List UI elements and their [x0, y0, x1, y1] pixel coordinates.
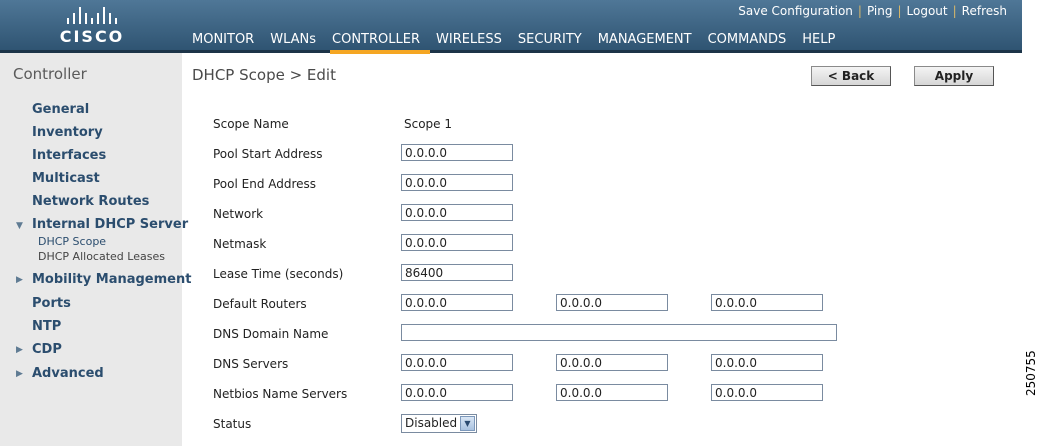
default-router-1-input[interactable]: 0.0.0.0 [401, 294, 513, 311]
chevron-down-icon[interactable]: ▼ [460, 416, 475, 431]
sidebar-subitem-dhcp-allocated-leases[interactable]: DHCP Allocated Leases [38, 250, 165, 263]
status-select[interactable]: Disabled ▼ [401, 414, 477, 433]
dns-domain-input[interactable] [401, 324, 837, 341]
lease-time-input[interactable]: 86400 [401, 264, 513, 281]
cisco-logo: CISCO [52, 6, 132, 48]
dns-server-3-input[interactable]: 0.0.0.0 [711, 354, 823, 371]
sidebar-subitem-dhcp-scope[interactable]: DHCP Scope [38, 235, 106, 248]
default-routers-label: Default Routers [213, 297, 307, 311]
pool-start-label: Pool Start Address [213, 147, 323, 161]
netmask-input[interactable]: 0.0.0.0 [401, 234, 513, 251]
sidebar-item-ports[interactable]: Ports [32, 296, 71, 311]
cisco-logo-bars-icon [52, 6, 132, 24]
nav-wireless[interactable]: WIRELESS [434, 31, 512, 50]
separator: | [897, 4, 902, 18]
expanded-arrow-icon[interactable]: ▼ [16, 221, 23, 231]
sidebar-item-advanced[interactable]: Advanced [32, 366, 104, 381]
sidebar-item-multicast[interactable]: Multicast [32, 171, 100, 186]
sidebar-item-network-routes[interactable]: Network Routes [32, 194, 149, 209]
logout-link[interactable]: Logout [902, 4, 953, 18]
scope-name-label: Scope Name [213, 117, 289, 131]
sidebar-item-ntp[interactable]: NTP [32, 319, 61, 334]
ping-link[interactable]: Ping [862, 4, 898, 18]
lease-time-label: Lease Time (seconds) [213, 267, 344, 281]
nav-management[interactable]: MANAGEMENT [596, 31, 702, 50]
dns-servers-label: DNS Servers [213, 357, 289, 371]
pool-end-label: Pool End Address [213, 177, 317, 191]
netmask-label: Netmask [213, 237, 267, 251]
status-select-value: Disabled [405, 416, 458, 430]
netbios-server-3-input[interactable]: 0.0.0.0 [711, 384, 823, 401]
collapsed-arrow-icon[interactable]: ▶ [16, 275, 23, 285]
main-nav: MONITOR WLANs CONTROLLER WIRELESS SECURI… [190, 31, 849, 54]
default-router-2-input[interactable]: 0.0.0.0 [556, 294, 668, 311]
sidebar: Controller General Inventory Interfaces … [0, 53, 191, 446]
netbios-server-1-input[interactable]: 0.0.0.0 [401, 384, 513, 401]
network-input[interactable]: 0.0.0.0 [401, 204, 513, 221]
nav-commands[interactable]: COMMANDS [706, 31, 797, 50]
network-label: Network [213, 207, 264, 221]
status-label: Status [213, 417, 252, 431]
sidebar-item-general[interactable]: General [32, 102, 89, 117]
default-router-3-input[interactable]: 0.0.0.0 [711, 294, 823, 311]
dns-domain-label: DNS Domain Name [213, 327, 329, 341]
nav-controller[interactable]: CONTROLLER [330, 31, 430, 54]
figure-number: 250755 [1024, 350, 1038, 396]
apply-button[interactable]: Apply [914, 66, 994, 86]
nav-help[interactable]: HELP [800, 31, 845, 50]
sidebar-item-interfaces[interactable]: Interfaces [32, 148, 106, 163]
sidebar-item-mobility-management[interactable]: Mobility Management [32, 272, 191, 287]
collapsed-arrow-icon[interactable]: ▶ [16, 369, 23, 379]
netbios-server-2-input[interactable]: 0.0.0.0 [556, 384, 668, 401]
collapsed-arrow-icon[interactable]: ▶ [16, 345, 23, 355]
refresh-link[interactable]: Refresh [957, 4, 1012, 18]
scope-name-value: Scope 1 [404, 117, 453, 131]
save-configuration-link[interactable]: Save Configuration [733, 4, 858, 18]
nav-wlans[interactable]: WLANs [268, 31, 326, 50]
sidebar-title: Controller [13, 65, 87, 83]
sidebar-item-internal-dhcp-server[interactable]: Internal DHCP Server [32, 217, 188, 232]
top-header: CISCO Save Configuration | Ping | Logout | Ref… [0, 0, 1022, 54]
nav-security[interactable]: SECURITY [516, 31, 592, 50]
sidebar-item-cdp[interactable]: CDP [32, 342, 62, 357]
dns-server-1-input[interactable]: 0.0.0.0 [401, 354, 513, 371]
page-title: DHCP Scope > Edit [192, 66, 336, 84]
cisco-logo-text: CISCO [59, 27, 125, 46]
pool-start-input[interactable]: 0.0.0.0 [401, 144, 513, 161]
nav-monitor[interactable]: MONITOR [190, 31, 264, 50]
netbios-label: Netbios Name Servers [213, 387, 348, 401]
pool-end-input[interactable]: 0.0.0.0 [401, 174, 513, 191]
back-button[interactable]: < Back [811, 66, 891, 86]
sidebar-item-inventory[interactable]: Inventory [32, 125, 103, 140]
top-links: Save Configuration | Ping | Logout | Refresh [733, 4, 1012, 18]
dns-server-2-input[interactable]: 0.0.0.0 [556, 354, 668, 371]
